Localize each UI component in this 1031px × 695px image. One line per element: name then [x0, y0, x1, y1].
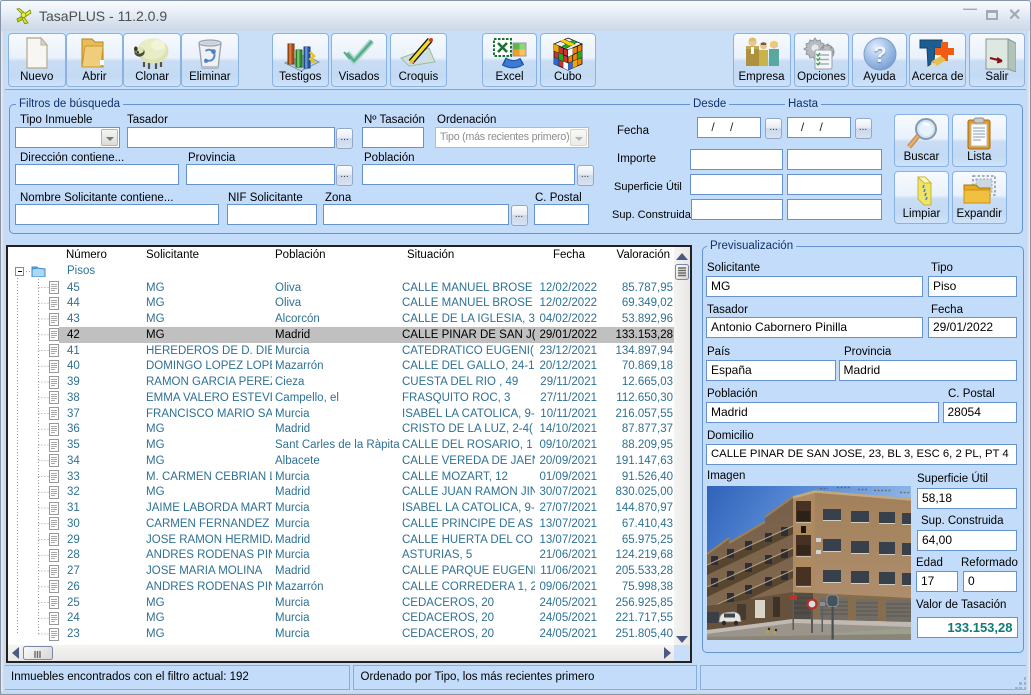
svg-text:?: ?: [873, 42, 886, 67]
